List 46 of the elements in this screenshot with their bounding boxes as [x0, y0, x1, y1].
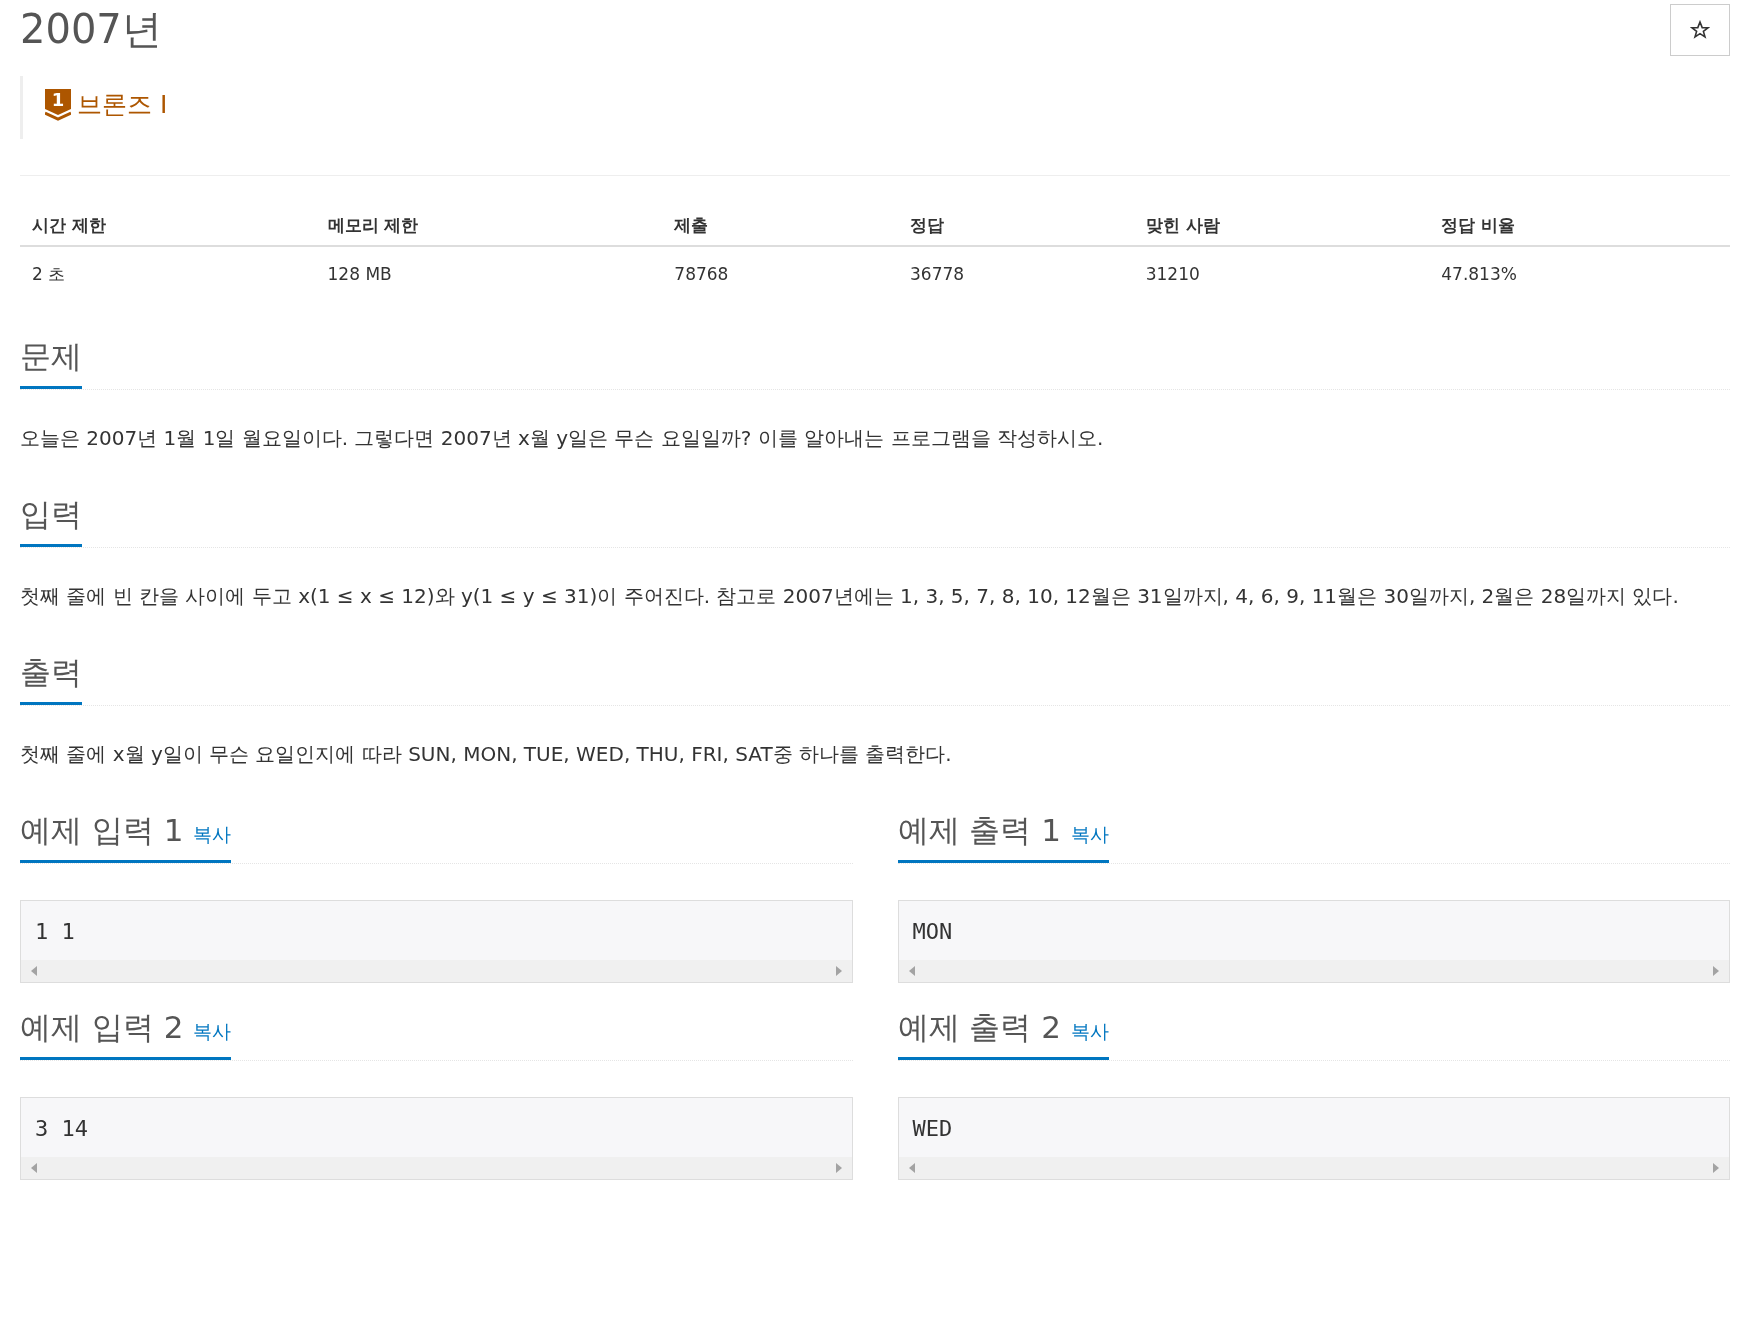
copy-link[interactable]: 복사: [193, 1018, 232, 1045]
column-header: 메모리 제한: [315, 205, 663, 246]
copy-link[interactable]: 복사: [1070, 1018, 1109, 1045]
copy-link[interactable]: 복사: [193, 821, 232, 848]
column-header: 맞힌 사람: [1133, 205, 1430, 246]
star-icon: [1690, 20, 1710, 40]
column-header: 정답 비율: [1429, 205, 1730, 246]
sample-code: MON: [911, 917, 954, 946]
scroll-right-icon[interactable]: [835, 965, 842, 976]
section-heading: 입력: [20, 493, 82, 547]
sample-heading: 예제 입력 1 복사: [20, 809, 232, 863]
scroll-right-icon[interactable]: [1713, 1162, 1719, 1173]
copy-link[interactable]: 복사: [1070, 821, 1109, 848]
section-text: 오늘은 2007년 1월 1일 월요일이다. 그렇다면 2007년 x월 y일은 무슨 요일일까? 이를 알아내는 프로그램을 작성하시오.: [20, 424, 1105, 452]
table-cell: 78768: [662, 245, 899, 302]
problem-title: 2007년: [20, 5, 162, 54]
scroll-right-icon[interactable]: [835, 1162, 842, 1173]
scroll-right-icon[interactable]: [1713, 965, 1719, 976]
sample-heading: 예제 입력 2 복사: [20, 1006, 232, 1060]
column-header: 정답: [898, 205, 1134, 246]
scroll-left-icon[interactable]: [31, 1162, 37, 1173]
scroll-left-icon[interactable]: [908, 965, 915, 976]
sample-code: 1 1: [34, 917, 76, 946]
sample-code: 3 14: [34, 1114, 89, 1143]
table-cell: 128 MB: [315, 245, 663, 302]
section-text: 첫째 줄에 x월 y일이 무슨 요일인지에 따라 SUN, MON, TUE, WED, THU, FRI, SAT중 하나를 출력한다.: [20, 740, 953, 768]
horizontal-scrollbar[interactable]: [898, 1156, 1729, 1179]
section-heading: 문제: [20, 335, 82, 389]
table-cell: 2 초: [20, 245, 316, 302]
star-button[interactable]: [1670, 4, 1730, 56]
table-cell: 47.813%: [1429, 245, 1730, 302]
column-header: 시간 제한: [20, 205, 316, 246]
table-cell: 36778: [898, 245, 1134, 302]
horizontal-scrollbar[interactable]: [21, 959, 852, 982]
section-text: 첫째 줄에 빈 칸을 사이에 두고 x(1 ≤ x ≤ 12)와 y(1 ≤ y ≤ 31)이 주어진다. 참고로 2007년에는 1, 3, 5, 7, 8, 10, 12월은 31일까지, 4, 6, 9, 11월은 30일까지, 2월은 28일까지 있다.: [20, 582, 1680, 610]
horizontal-scrollbar[interactable]: [898, 959, 1729, 982]
tier-link[interactable]: 1 브론즈 I: [45, 88, 168, 121]
column-header: 제출: [662, 205, 899, 246]
section-heading: 출력: [20, 651, 82, 705]
table-cell: 31210: [1133, 245, 1430, 302]
scroll-left-icon[interactable]: [31, 965, 37, 976]
sample-heading: 예제 출력 1 복사: [897, 809, 1109, 863]
sample-heading: 예제 출력 2 복사: [897, 1006, 1109, 1060]
scroll-left-icon[interactable]: [908, 1162, 915, 1173]
sample-code: WED: [911, 1114, 954, 1143]
horizontal-scrollbar[interactable]: [21, 1156, 852, 1179]
